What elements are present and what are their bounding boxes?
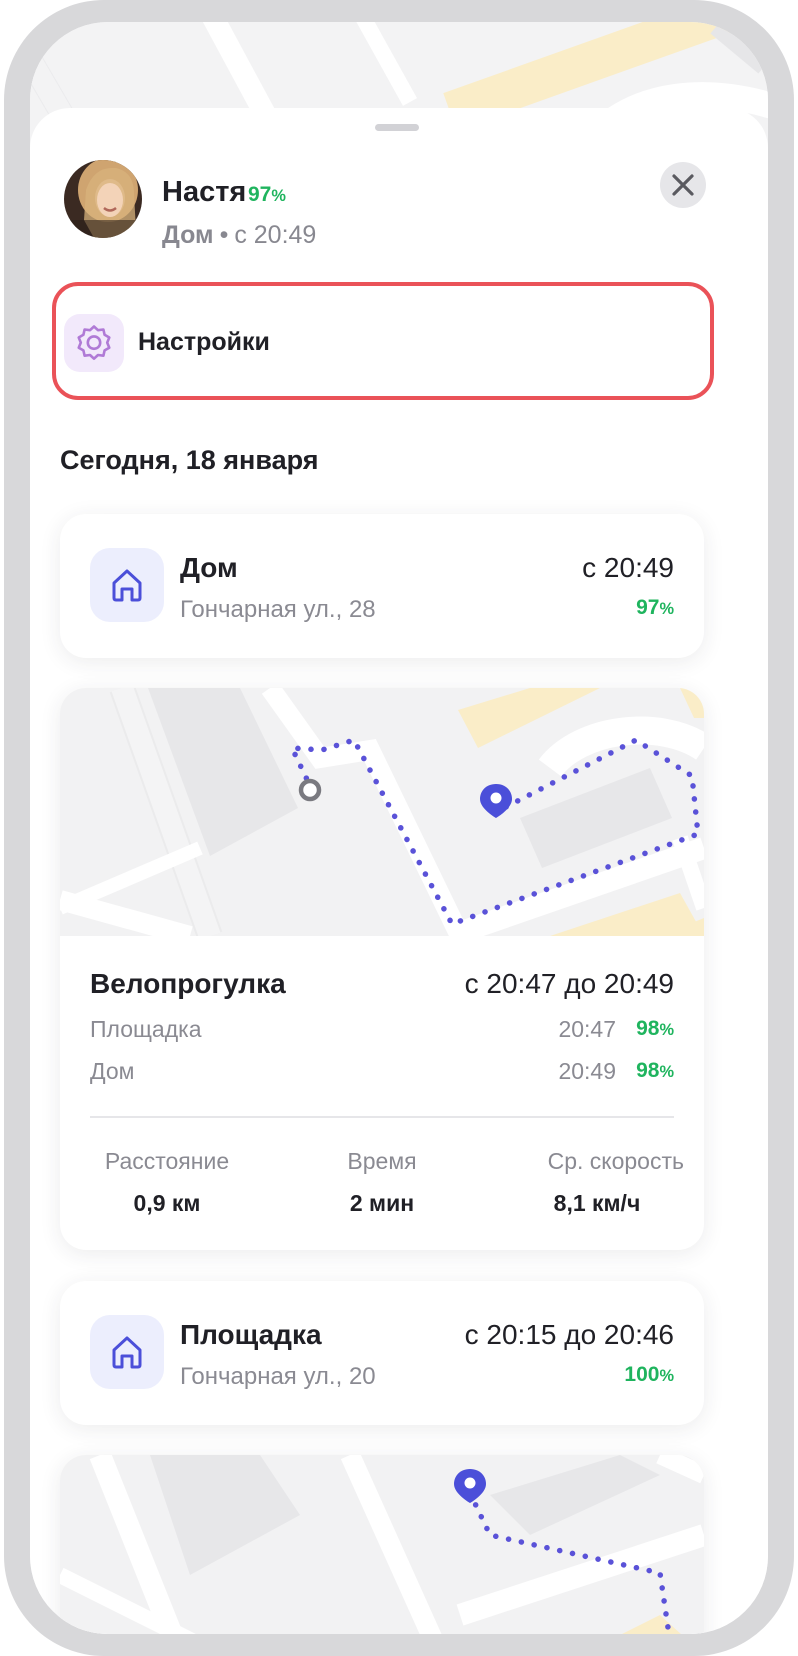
place-time: с 20:15 до 20:46	[464, 1319, 674, 1350]
stat-distance-label: Расстояние	[104, 1148, 230, 1174]
profile-status-since: с 20:49	[234, 221, 317, 249]
stat-duration-value: 2 мин	[349, 1190, 415, 1216]
status-separator: •	[219, 221, 229, 249]
profile-status-place: Дом	[162, 221, 214, 249]
place-time: с 20:49	[582, 552, 674, 583]
percent-sign: %	[659, 1021, 674, 1039]
place-battery: 100%	[624, 1363, 674, 1387]
stat-speed-value: 8,1 км/ч	[553, 1190, 641, 1216]
place-card-home[interactable]: Дом Гончарная ул., 28 с 20:49 97%	[60, 514, 704, 658]
gear-icon	[77, 325, 111, 360]
trip-end-battery: 98%	[636, 1059, 674, 1083]
settings-label: Настройки	[138, 328, 270, 356]
settings-button[interactable]: Настройки	[52, 282, 714, 400]
place-battery-value: 97	[636, 596, 660, 619]
close-icon	[672, 174, 694, 196]
trip-start-battery-value: 98	[636, 1017, 660, 1040]
percent-sign: %	[659, 600, 674, 618]
trip-start-battery: 98%	[636, 1017, 674, 1041]
place-icon-tile	[90, 548, 164, 622]
phone-frame: Настя 97% Дом • с 20:49 Настройки Сегодн…	[4, 0, 794, 1656]
stat-duration-label: Время	[347, 1148, 417, 1174]
percent-sign: %	[271, 187, 286, 205]
place-battery: 97%	[636, 596, 674, 620]
trip-card-next[interactable]	[60, 1455, 704, 1634]
trip-title: Велопрогулка	[90, 968, 286, 999]
trip-end-battery-value: 98	[636, 1059, 660, 1082]
trip-start-time: 20:47	[558, 1016, 616, 1042]
stat-speed-label: Ср. скорость	[547, 1148, 684, 1174]
place-battery-value: 100	[624, 1363, 660, 1386]
percent-sign: %	[659, 1063, 674, 1081]
place-address: Гончарная ул., 20	[180, 1363, 376, 1390]
avatar	[64, 160, 142, 238]
avatar-photo	[64, 160, 142, 238]
trip-end-label: Дом	[90, 1058, 135, 1084]
percent-sign: %	[659, 1367, 674, 1385]
trip-map[interactable]	[60, 688, 704, 936]
place-address: Гончарная ул., 28	[180, 596, 376, 623]
home-icon	[112, 1336, 142, 1369]
profile-battery: 97%	[248, 183, 286, 207]
profile-status: Дом • с 20:49	[162, 221, 316, 250]
profile-name: Настя	[162, 176, 247, 208]
place-card-playground[interactable]: Площадка Гончарная ул., 20 с 20:15 до 20…	[60, 1281, 704, 1425]
phone-screen: Настя 97% Дом • с 20:49 Настройки Сегодн…	[30, 22, 768, 1634]
trip-map[interactable]	[60, 1455, 704, 1634]
trip-start-label: Площадка	[90, 1016, 202, 1042]
date-header: Сегодня, 18 января	[60, 445, 319, 475]
close-button[interactable]	[660, 162, 706, 208]
bottom-sheet: Настя 97% Дом • с 20:49 Настройки Сегодн…	[30, 108, 768, 1634]
trip-end-time: 20:49	[558, 1058, 616, 1084]
place-icon-tile	[90, 1315, 164, 1389]
settings-icon-tile	[64, 314, 124, 372]
home-icon	[112, 569, 142, 602]
trip-card[interactable]: Велопрогулка с 20:47 до 20:49 Площадка 2…	[60, 688, 704, 1250]
divider	[90, 1116, 674, 1118]
place-title: Дом	[180, 552, 238, 583]
profile-battery-value: 97	[248, 183, 272, 206]
sheet-grabber[interactable]	[375, 124, 419, 131]
trip-time-range: с 20:47 до 20:49	[464, 968, 674, 999]
stat-distance-value: 0,9 км	[133, 1190, 201, 1216]
place-title: Площадка	[180, 1319, 322, 1350]
